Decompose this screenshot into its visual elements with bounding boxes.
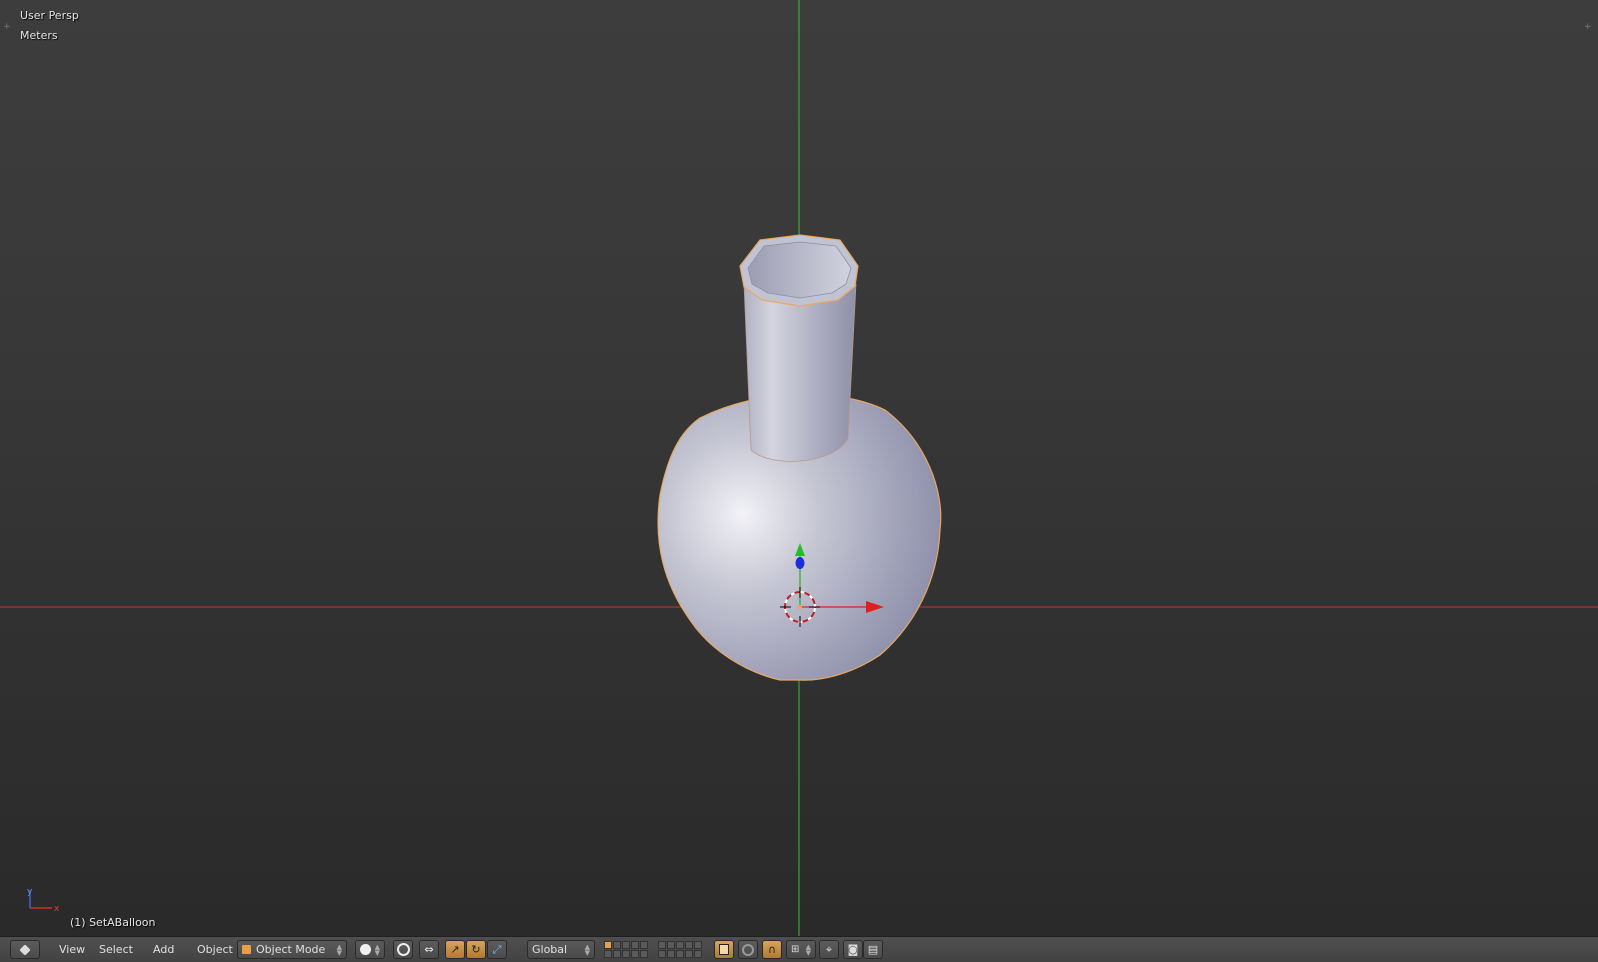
layer-12-button[interactable]: [613, 950, 621, 958]
magnet-icon: ∩: [767, 943, 777, 956]
translate-icon: ↗: [450, 943, 460, 956]
layer-19-button[interactable]: [685, 950, 693, 958]
viewport-shading-dropdown[interactable]: ▲ ▼: [355, 940, 385, 959]
clapperboard-icon: ▤: [867, 943, 879, 956]
layer-20-button[interactable]: [694, 950, 702, 958]
layer-18-button[interactable]: [676, 950, 684, 958]
mode-label: Object Mode: [256, 943, 326, 956]
layer-10-button[interactable]: [694, 941, 702, 949]
layer-6-button[interactable]: [658, 941, 666, 949]
snap-target-icon: ⌖: [825, 942, 833, 956]
layers-group-1[interactable]: [604, 941, 648, 958]
pivot-point-button[interactable]: [393, 940, 413, 959]
dropdown-arrows-icon: ▲ ▼: [374, 942, 380, 957]
orientation-label: Global: [532, 943, 568, 956]
scale-manipulator-button[interactable]: ⤢: [487, 940, 507, 959]
lock-layers-button[interactable]: [714, 940, 734, 959]
menu-object[interactable]: Object: [190, 940, 240, 959]
dropdown-arrows-icon: ▲ ▼: [805, 942, 811, 957]
camera-icon: ◙: [847, 943, 859, 956]
flask-opening: [747, 241, 852, 299]
layer-15-button[interactable]: [640, 950, 648, 958]
layer-16-button[interactable]: [658, 950, 666, 958]
layer-2-button[interactable]: [613, 941, 621, 949]
menu-add[interactable]: Add: [146, 940, 181, 959]
manipulator-icon: ⇔: [424, 943, 434, 956]
scene-canvas: y x: [0, 0, 1598, 936]
active-object-label: (1) SetABalloon: [70, 916, 156, 929]
layer-11-button[interactable]: [604, 950, 612, 958]
snap-increment-icon: ⊞: [791, 944, 800, 955]
layer-9-button[interactable]: [685, 941, 693, 949]
scale-icon: ⤢: [492, 942, 502, 956]
menu-view[interactable]: View: [52, 940, 92, 959]
dropdown-arrows-icon: ▲ ▼: [584, 942, 590, 957]
3d-view-header: View Select Add Object Object Mode ▲ ▼ ▲ ▼…: [0, 936, 1598, 962]
3d-viewport[interactable]: User Persp Meters + + y x (1) SetABalloo…: [0, 0, 1598, 936]
layer-3-button[interactable]: [622, 941, 630, 949]
layer-8-button[interactable]: [676, 941, 684, 949]
3d-view-editor-icon: [19, 943, 31, 956]
layer-14-button[interactable]: [631, 950, 639, 958]
solid-sphere-icon: [360, 944, 371, 955]
rotate-icon: ↻: [471, 943, 481, 956]
layer-5-button[interactable]: [640, 941, 648, 949]
manipulator-toggle-button[interactable]: ⇔: [419, 940, 439, 959]
snap-toggle-button[interactable]: ∩: [762, 940, 782, 959]
mode-dropdown[interactable]: Object Mode ▲ ▼: [237, 940, 347, 959]
manipulator-z-handle: [795, 557, 805, 569]
layer-1-button[interactable]: [604, 941, 612, 949]
lock-icon: [719, 944, 729, 955]
menu-select[interactable]: Select: [92, 940, 140, 959]
render-opengl-button[interactable]: ◙: [843, 940, 863, 959]
translate-manipulator-button[interactable]: ↗: [445, 940, 465, 959]
render-animation-button[interactable]: ▤: [863, 940, 883, 959]
snap-target-button[interactable]: ⌖: [819, 940, 839, 959]
flask-neck: [743, 283, 857, 462]
rotate-manipulator-button[interactable]: ↻: [466, 940, 486, 959]
transform-orientation-dropdown[interactable]: Global ▲ ▼: [527, 940, 595, 959]
orientation-axes-icon: [29, 890, 52, 909]
proportional-editing-button[interactable]: [738, 940, 758, 959]
layer-7-button[interactable]: [667, 941, 675, 949]
layer-4-button[interactable]: [631, 941, 639, 949]
proportional-editing-icon: [742, 943, 754, 956]
dropdown-arrows-icon: ▲ ▼: [336, 942, 342, 957]
snap-element-dropdown[interactable]: ⊞ ▲ ▼: [786, 940, 816, 959]
mini-axis-x-label: x: [54, 904, 60, 914]
pivot-icon: [396, 943, 410, 956]
cube-icon: [242, 945, 251, 954]
mini-axis-y-label: y: [27, 887, 33, 897]
editor-type-button[interactable]: [10, 940, 40, 959]
layer-13-button[interactable]: [622, 950, 630, 958]
layer-17-button[interactable]: [667, 950, 675, 958]
layers-group-2[interactable]: [658, 941, 702, 958]
